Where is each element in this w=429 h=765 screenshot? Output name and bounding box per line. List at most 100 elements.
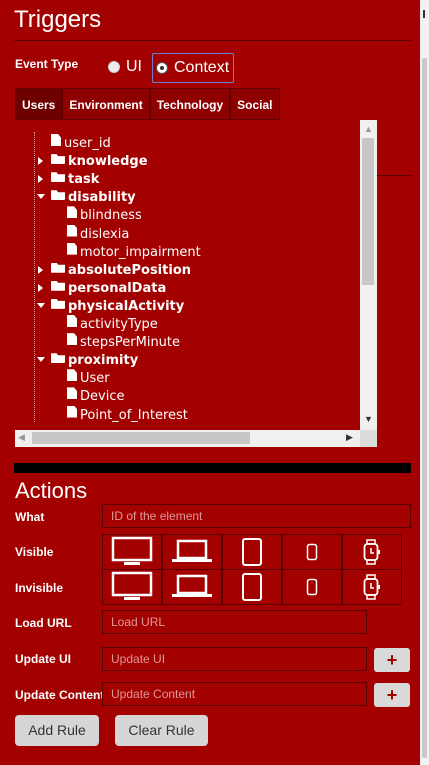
update-content-input[interactable]: Update Content [102,682,367,706]
event-type-context-option[interactable]: Context [152,53,235,83]
context-tabs: Users Environment Technology Social [15,88,280,120]
scroll-right-icon[interactable]: ▶ [346,432,353,443]
clear-rule-button[interactable]: Clear Rule [115,715,208,746]
tree-folder-node[interactable]: disability [37,188,136,206]
smartphone-icon [306,543,318,561]
tablet-icon [242,538,262,566]
file-icon [67,405,77,418]
tree-node-label: stepsPerMinute [80,335,181,351]
visible-label: Visible [15,545,54,559]
folder-icon [51,280,65,291]
invisible-label: Invisible [15,581,64,595]
expand-arrow-icon[interactable] [38,265,43,274]
actions-heading: Actions [15,478,88,503]
tab-users[interactable]: Users [15,88,63,120]
tree-node-label: absolutePosition [68,262,191,278]
horizontal-scroll-thumb[interactable] [32,432,250,444]
tree-leaf-node[interactable]: user_id [51,134,111,152]
file-icon [67,369,77,382]
scroll-left-icon[interactable]: ◀ [18,432,25,443]
collapse-arrow-icon[interactable] [37,302,45,308]
add-update-ui-button[interactable]: + [374,648,410,672]
expand-arrow-icon[interactable] [38,157,43,166]
tree-folder-node[interactable]: knowledge [38,152,148,170]
tree-node-label: disability [68,190,136,206]
load-url-label: Load URL [15,616,72,630]
visible-smartwatch-button[interactable] [342,534,402,570]
invisible-tablet-button[interactable] [222,569,282,605]
tree-node-label: physicalActivity [68,298,185,314]
tree-folder-node[interactable]: physicalActivity [37,297,185,315]
tree-leaf-node[interactable]: activityType [67,315,158,333]
desktop-icon [111,536,153,565]
desktop-icon [111,571,153,600]
folder-icon [51,262,65,273]
radio-ui-label: UI [126,58,142,75]
what-input[interactable]: ID of the element [102,504,411,528]
laptop-icon [172,539,212,562]
tree-leaf-node[interactable]: Device [67,387,124,405]
radio-ui[interactable] [108,61,120,73]
folder-icon [51,298,65,309]
tree-leaf-node[interactable]: User [67,369,110,387]
expand-arrow-icon[interactable] [38,283,43,292]
collapse-arrow-icon[interactable] [37,194,45,200]
folder-icon [51,154,65,165]
expand-arrow-icon[interactable] [38,175,43,184]
tree-leaf-node[interactable]: dislexia [67,224,129,243]
what-label: What [15,510,45,524]
update-ui-input[interactable]: Update UI [102,647,367,671]
file-icon [67,224,77,237]
tab-technology[interactable]: Technology [149,88,231,120]
page-scrollbar-marker [423,10,425,18]
visible-desktop-button[interactable] [102,534,162,570]
event-type-ui-option[interactable]: UI [108,53,142,81]
tab-environment[interactable]: Environment [62,88,150,120]
invisible-smartwatch-button[interactable] [342,569,402,605]
tree-folder-node[interactable]: personalData [38,279,167,297]
invisible-desktop-button[interactable] [102,569,162,605]
tree-node-label: motor_impairment [80,244,201,260]
tree-folder-node[interactable]: task [38,170,99,188]
add-rule-button[interactable]: Add Rule [15,715,99,746]
tree-node-label: activityType [80,317,158,332]
smartphone-icon [306,578,318,596]
vertical-scroll-thumb[interactable] [362,138,374,285]
file-icon [67,315,77,327]
radio-context[interactable] [156,62,168,74]
tree-horizontal-scrollbar[interactable]: ◀ ▶ [15,430,360,447]
triggers-heading: Triggers [14,6,102,33]
event-type-label: Event Type [15,57,79,71]
invisible-laptop-button[interactable] [162,569,222,605]
visible-smartphone-button[interactable] [282,534,342,570]
file-icon [67,333,77,346]
tree-node-label: user_id [64,136,111,151]
scrollbar-corner [360,430,377,447]
tree-leaf-node[interactable]: stepsPerMinute [67,333,180,351]
scroll-down-icon[interactable]: ▼ [364,414,373,424]
tree-folder-node[interactable]: absolutePosition [38,261,191,279]
visible-laptop-button[interactable] [162,534,222,570]
tree-leaf-node[interactable]: Point_of_Interest [67,405,188,424]
add-update-content-button[interactable]: + [374,683,410,707]
tree-node-label: personalData [68,280,167,296]
visible-devices [102,534,402,570]
tree-node-label: User [80,371,110,387]
folder-icon [51,190,65,201]
tab-social[interactable]: Social [230,88,280,120]
tree-node-label: knowledge [68,154,148,170]
page-scrollbar[interactable] [420,0,429,765]
scroll-up-icon[interactable]: ▲ [364,124,373,134]
tree-leaf-node[interactable]: blindness [67,206,142,224]
smartwatch-icon [363,539,380,565]
tree-vertical-scrollbar[interactable]: ▲ ▼ [360,120,377,430]
tree-folder-node[interactable]: proximity [37,351,138,369]
invisible-smartphone-button[interactable] [282,569,342,605]
visible-tablet-button[interactable] [222,534,282,570]
tree-guide-line [34,132,35,422]
page-scrollbar-thumb[interactable] [422,58,427,758]
load-url-input[interactable]: Load URL [102,610,367,634]
tree-leaf-node[interactable]: motor_impairment [67,242,201,261]
collapse-arrow-icon[interactable] [37,357,45,363]
file-icon [51,134,61,146]
